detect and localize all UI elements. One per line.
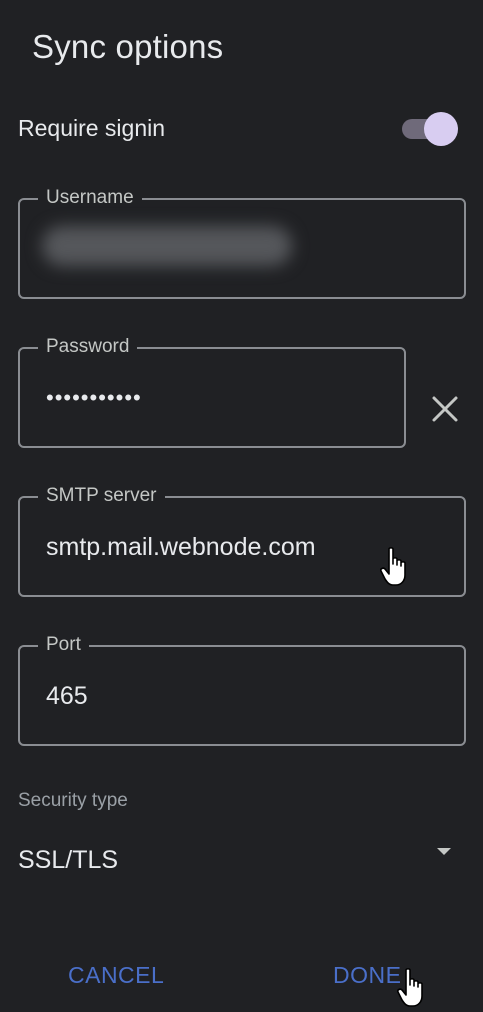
smtp-server-value: smtp.mail.webnode.com [46, 533, 316, 561]
port-label: Port [38, 634, 89, 656]
security-type-select[interactable]: SSL/TLS [18, 838, 458, 878]
toggle-thumb [424, 112, 458, 146]
dropdown-arrow-icon [437, 848, 451, 855]
require-signin-label: Require signin [18, 115, 166, 141]
port-field[interactable]: Port 465 [18, 634, 466, 746]
username-label: Username [38, 187, 142, 209]
hand-cursor-icon [397, 968, 423, 1007]
page-title: Sync options [32, 28, 224, 65]
clear-password-button[interactable] [425, 389, 465, 429]
hand-cursor-icon [380, 547, 406, 586]
username-redacted-value [42, 226, 292, 266]
smtp-server-label: SMTP server [38, 485, 165, 507]
security-type-label: Security type [18, 790, 128, 811]
cancel-button[interactable]: CANCEL [62, 958, 170, 993]
require-signin-row: Require signin [18, 108, 464, 148]
close-icon [432, 396, 458, 422]
require-signin-toggle[interactable] [402, 110, 458, 146]
done-button[interactable]: DONE [327, 958, 407, 993]
password-value: ••••••••••• [46, 385, 142, 410]
port-value: 465 [46, 682, 88, 710]
password-field[interactable]: Password ••••••••••• [18, 336, 406, 448]
username-field[interactable]: Username [18, 187, 466, 299]
security-type-value: SSL/TLS [18, 846, 119, 874]
password-label: Password [38, 336, 138, 358]
